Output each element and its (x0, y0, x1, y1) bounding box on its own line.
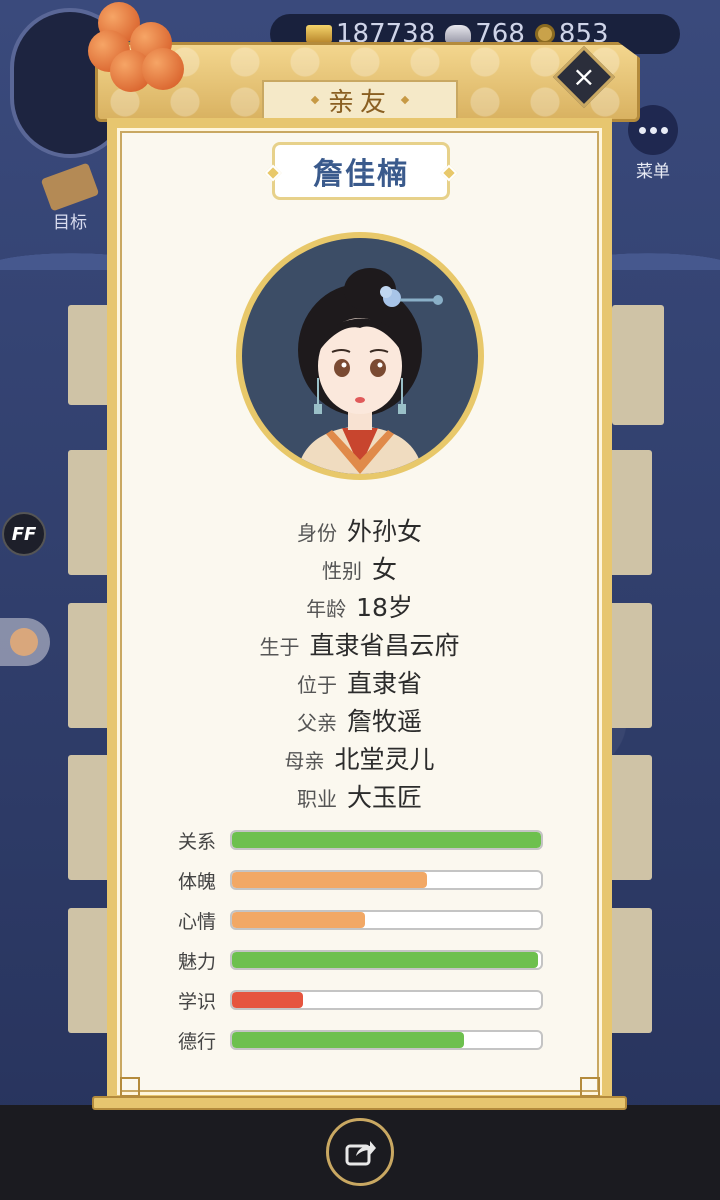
stat-label: 关系 (178, 830, 217, 853)
coin-icon (534, 24, 555, 44)
menu-label: 菜单 (636, 162, 670, 182)
background-card (606, 908, 652, 1033)
silver-ingot-icon (445, 25, 472, 43)
stat-row-knowledge: 学识 (178, 980, 543, 1020)
character-name: 詹佳楠 (313, 157, 409, 192)
background-card (606, 755, 652, 880)
info-label: 年龄 (306, 597, 347, 621)
info-value: 北堂灵儿 (334, 745, 435, 774)
info-value: 直隶省昌云府 (309, 631, 460, 660)
close-icon: × (572, 60, 596, 93)
gold-ingot-icon (306, 25, 332, 43)
corner-ornament (120, 1077, 140, 1097)
goal-label: 目标 (53, 213, 87, 233)
stat-bar (230, 1030, 543, 1050)
stat-label: 魅力 (178, 950, 217, 973)
corner-ornament (580, 1077, 600, 1097)
stat-bar (230, 870, 543, 890)
stat-bar-fill (232, 1032, 464, 1048)
info-row-occupation: 职业 大玉匠 (117, 778, 602, 816)
goal-button[interactable]: 目标 (38, 162, 102, 233)
stat-row-virtue: 德行 (178, 1020, 543, 1060)
info-row-gender: 性别 女 (117, 550, 602, 588)
stats-list: 关系 体魄 心情 魅力 学识 德行 (178, 820, 543, 1060)
info-row-age: 年龄 18岁 (117, 588, 602, 626)
stat-row-physique: 体魄 (178, 860, 543, 900)
info-label: 性别 (321, 559, 362, 583)
stat-bar (230, 910, 543, 930)
stat-bar-fill (232, 872, 427, 888)
scroll-bottom-rod (92, 1096, 627, 1110)
stat-bar-fill (232, 912, 365, 928)
background-card (606, 450, 652, 575)
dialog-title-text: 亲友 (327, 87, 392, 118)
stat-label: 体魄 (178, 870, 217, 893)
info-row-location: 位于 直隶省 (117, 664, 602, 702)
stat-bar (230, 990, 543, 1010)
info-value: 女 (371, 555, 397, 584)
info-label: 母亲 (284, 749, 325, 773)
info-row-mother: 母亲 北堂灵儿 (117, 740, 602, 778)
background-card (606, 603, 652, 728)
info-row-identity: 身份 外孙女 (117, 512, 602, 550)
diamond-icon (310, 95, 320, 105)
info-value: 大玉匠 (346, 783, 422, 812)
info-row-father: 父亲 詹牧遥 (117, 702, 602, 740)
stat-bar-fill (232, 992, 304, 1008)
dialog-title: 亲友 (262, 80, 458, 120)
info-value: 詹牧遥 (346, 707, 422, 736)
info-value: 外孙女 (346, 517, 422, 546)
stat-label: 德行 (178, 1030, 217, 1053)
diamond-icon (400, 95, 410, 105)
stat-row-charm: 魅力 (178, 940, 543, 980)
info-label: 职业 (296, 787, 337, 811)
persimmon-decoration (60, 0, 200, 110)
info-label: 父亲 (296, 711, 337, 735)
info-value: 18岁 (356, 593, 413, 622)
side-tab-icon (10, 628, 38, 656)
stat-row-relationship: 关系 (178, 820, 543, 860)
info-label: 身份 (296, 521, 337, 545)
share-icon (345, 1141, 376, 1166)
name-plate: 詹佳楠 (264, 142, 458, 200)
stat-label: 心情 (178, 910, 217, 933)
stat-bar (230, 830, 543, 850)
scroll-icon (40, 162, 100, 212)
character-avatar-icon (297, 268, 443, 474)
info-label: 位于 (296, 673, 337, 697)
stat-bar-fill (232, 832, 541, 848)
info-row-birthplace: 生于 直隶省昌云府 (117, 626, 602, 664)
character-portrait (236, 232, 484, 480)
background-card (612, 305, 664, 425)
share-button[interactable] (326, 1118, 394, 1186)
stat-label: 学识 (178, 990, 217, 1013)
info-list: 身份 外孙女 性别 女 年龄 18岁 生于 直隶省昌云府 位于 直隶省 父亲 詹… (117, 512, 602, 816)
info-value: 直隶省 (346, 669, 422, 698)
side-tab[interactable] (0, 618, 50, 666)
stat-bar (230, 950, 543, 970)
stat-row-mood: 心情 (178, 900, 543, 940)
info-label: 生于 (259, 635, 300, 659)
stat-bar-fill (232, 952, 538, 968)
fast-forward-button[interactable]: FF (2, 512, 46, 556)
